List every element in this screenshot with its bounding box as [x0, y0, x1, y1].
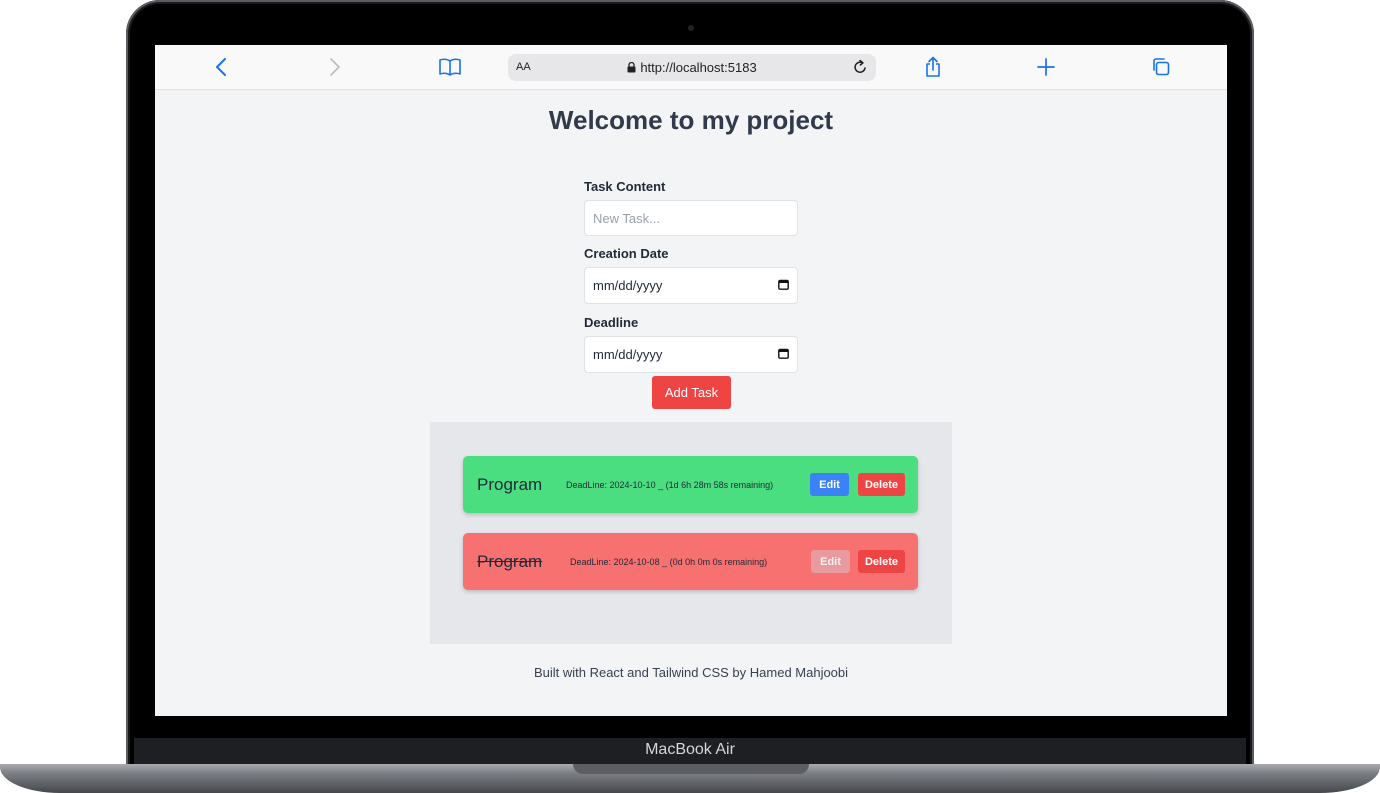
deadline-label: Deadline	[584, 315, 639, 330]
reload-icon[interactable]	[852, 59, 868, 80]
bookmarks-icon[interactable]	[438, 55, 462, 79]
laptop-notch	[573, 764, 809, 774]
creation-date-input[interactable]: mm/dd/yyyy	[584, 267, 798, 304]
task-form: Task Content New Task... Creation Date m…	[584, 179, 798, 373]
forward-icon[interactable]	[323, 55, 347, 79]
task-deadline: DeadLine: 2024-10-10 _ (1d 6h 28m 58s re…	[566, 479, 774, 490]
task-deadline: DeadLine: 2024-10-08 _ (0d 0h 0m 0s rema…	[570, 556, 768, 567]
creation-date-value: mm/dd/yyyy	[593, 278, 663, 293]
share-icon[interactable]	[921, 55, 945, 79]
task-name: Program	[477, 474, 543, 494]
page-title: Welcome to my project	[548, 105, 834, 135]
task-content-input[interactable]: New Task...	[584, 200, 798, 236]
task-item: Program DeadLine: 2024-10-10 _ (1d 6h 28…	[463, 456, 918, 513]
address-bar[interactable]: AA http://localhost:5183	[508, 54, 876, 81]
edit-button-disabled: Edit	[811, 550, 850, 573]
task-content-placeholder: New Task...	[593, 210, 660, 226]
add-task-button[interactable]: Add Task	[652, 376, 731, 409]
new-tab-icon[interactable]	[1034, 55, 1058, 79]
task-item: Program DeadLine: 2024-10-08 _ (0d 0h 0m…	[463, 533, 918, 590]
brand-label: MacBook Air	[645, 741, 735, 758]
task-content-label: Task Content	[584, 179, 666, 194]
browser-toolbar: AA http://localhost:5183	[155, 45, 1227, 90]
url-text[interactable]: http://localhost:5183	[640, 60, 756, 75]
edit-button[interactable]: Edit	[810, 473, 849, 496]
lock-icon	[627, 61, 636, 76]
calendar-icon[interactable]	[778, 347, 789, 362]
task-name: Program	[477, 551, 543, 571]
delete-button[interactable]: Delete	[858, 473, 905, 496]
deadline-value: mm/dd/yyyy	[593, 347, 663, 362]
deadline-input[interactable]: mm/dd/yyyy	[584, 336, 798, 373]
delete-button[interactable]: Delete	[858, 550, 905, 573]
calendar-icon[interactable]	[778, 278, 789, 293]
screen: AA http://localhost:5183 Welcome to my p…	[155, 45, 1227, 716]
back-icon[interactable]	[209, 55, 233, 79]
footer-text: Built with React and Tailwind CSS by Ham…	[533, 665, 849, 680]
creation-date-label: Creation Date	[584, 246, 669, 261]
camera	[688, 25, 694, 31]
tabs-icon[interactable]	[1149, 55, 1173, 79]
task-list: Program DeadLine: 2024-10-10 _ (1d 6h 28…	[430, 422, 952, 644]
